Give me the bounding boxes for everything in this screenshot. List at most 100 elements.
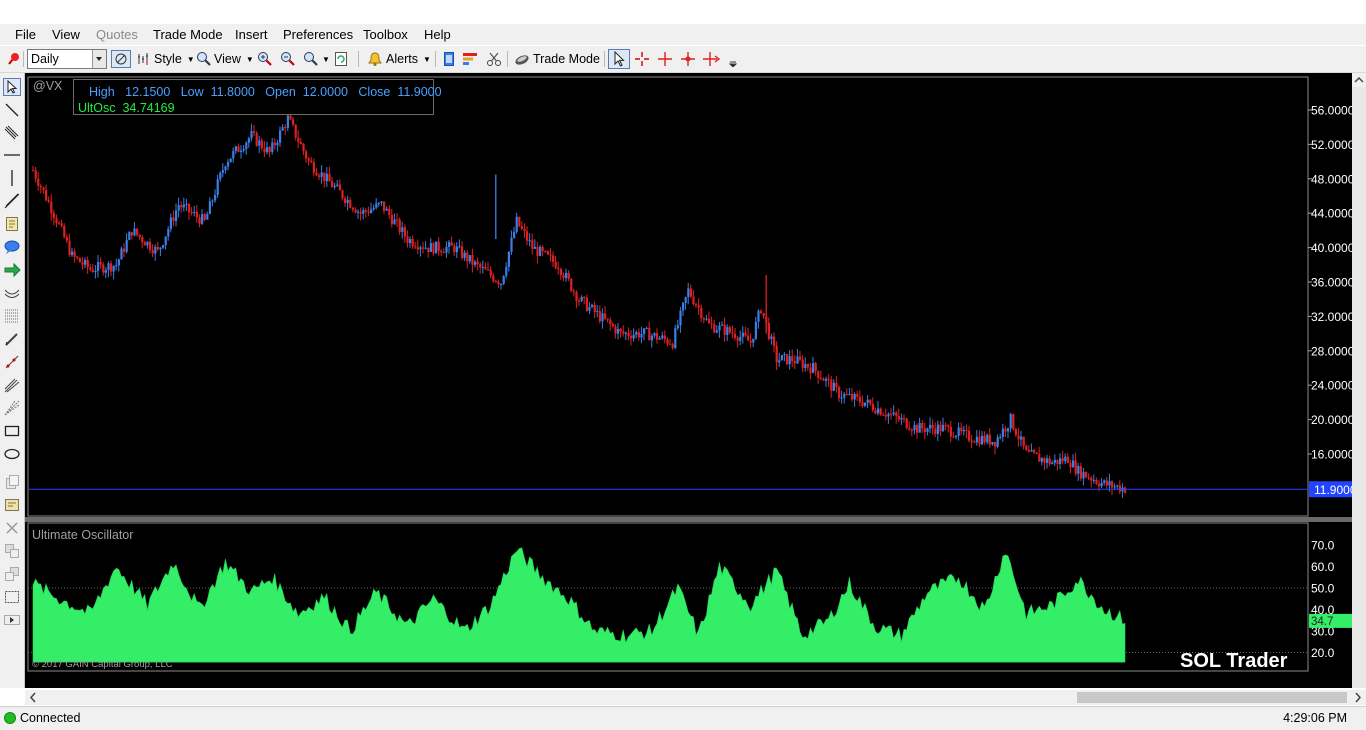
select-cursor-button[interactable] [608,49,630,69]
pointer-icon[interactable] [3,78,21,96]
candle-body [315,172,318,176]
toolbar-overflow-icon[interactable] [728,49,738,69]
candle-body [583,296,586,298]
scroll-up-button[interactable] [1352,73,1366,87]
candle-body [648,327,651,341]
curve-icon[interactable] [3,284,21,302]
horizontal-line-icon[interactable] [3,146,21,164]
candle-body [487,269,490,271]
ray-icon[interactable] [3,353,21,371]
candle-body [869,399,872,404]
arrow-right-icon[interactable] [3,261,21,279]
candle-body [713,324,716,333]
zoom-in-icon[interactable] [257,49,273,69]
menu-file[interactable]: File [15,27,36,42]
menu-view[interactable]: View [52,27,80,42]
layers-back-icon[interactable] [3,565,21,583]
crosshair-dot-icon[interactable] [680,49,696,69]
x-axis-label: Apr '17 [978,677,1016,688]
candle-body [832,382,835,391]
candle-body [741,332,744,337]
scroll-thumb[interactable] [1077,692,1347,703]
candle-body [71,251,74,256]
candle-body [822,378,825,381]
candle-body [377,202,380,204]
chevron-down-icon[interactable] [92,50,106,68]
notepad-icon[interactable] [441,49,457,69]
vertical-line-icon[interactable] [3,169,21,187]
candle-body [1069,462,1072,468]
delete-icon[interactable] [3,519,21,537]
menu-trade-mode[interactable]: Trade Mode [153,27,223,42]
candle-body [227,162,230,167]
trade-mode-button[interactable]: Trade Mode [514,49,600,69]
pin-icon[interactable] [5,49,21,69]
chart-canvas[interactable]: 11.9000 56.0000 52.0000 48.0000 44.0000 40.00… [25,73,1366,688]
candle-body [1020,436,1023,440]
fibonacci-icon[interactable] [3,307,21,325]
timeframe-select[interactable]: Daily [27,49,107,69]
notes-icon[interactable] [3,215,21,233]
candle-body [458,246,461,248]
menu-toolbox[interactable]: Toolbox [363,27,408,42]
gann-fan-icon[interactable] [3,399,21,417]
zoom-menu[interactable]: ▼ [303,49,330,69]
candle-body [307,158,310,161]
pitchfork-icon[interactable] [3,376,21,394]
candle-body [63,225,66,238]
candle-body [760,310,763,313]
crosshair-icon[interactable] [657,49,673,69]
ellipse-icon[interactable] [3,445,21,463]
select-area-icon[interactable] [3,588,21,606]
view-menu[interactable]: View ▼ [196,49,254,69]
chart-type-icon[interactable] [111,49,131,69]
candle-body [975,436,978,443]
refresh-icon[interactable] [333,49,349,69]
properties-icon[interactable] [3,496,21,514]
x-axis-label: Mar '17 [918,677,958,688]
candle-body [900,418,903,420]
horizontal-scrollbar[interactable] [25,690,1366,705]
rectangle-icon[interactable] [3,422,21,440]
candle-body [403,227,406,237]
scroll-right-icon[interactable] [1353,691,1363,707]
candle-body [1004,428,1007,432]
menu-insert[interactable]: Insert [235,27,268,42]
parallel-lines-icon[interactable] [3,192,21,210]
candle-body [39,186,42,188]
channel-icon[interactable] [3,123,21,141]
candle-body [42,187,45,190]
candle-body [983,435,986,443]
menu-preferences[interactable]: Preferences [283,27,353,42]
candle-body [892,412,895,415]
layers-icon[interactable] [3,542,21,560]
color-bars-icon[interactable] [462,49,478,69]
callout-icon[interactable] [3,238,21,256]
candle-body [466,252,469,262]
chart-area[interactable]: 11.9000 56.0000 52.0000 48.0000 44.0000 40.00… [25,73,1366,688]
candle-body [224,166,227,171]
pencil-icon[interactable] [3,330,21,348]
crosshair-arrow-icon[interactable] [703,49,721,69]
trendline-icon[interactable] [3,101,21,119]
expand-panel-icon[interactable] [3,611,21,629]
menu-quotes[interactable]: Quotes [96,27,138,42]
vertical-scrollbar[interactable] [1352,73,1366,688]
candle-body [440,250,443,253]
copy-icon[interactable] [3,473,21,491]
candle-body [622,331,625,334]
scissors-icon[interactable] [486,49,502,69]
zoom-out-icon[interactable] [280,49,296,69]
candle-body [518,216,521,227]
candle-body [994,442,997,447]
style-menu[interactable]: Style ▼ [136,49,195,69]
scroll-left-icon[interactable] [28,691,38,707]
candle-body [1082,471,1085,479]
candle-body [73,251,76,257]
crosshair-cursor-icon[interactable] [634,49,650,69]
candle-body [206,213,209,220]
candle-body [520,226,523,229]
menu-help[interactable]: Help [424,27,451,42]
alerts-menu[interactable]: Alerts ▼ [367,49,431,69]
candle-body [97,262,100,272]
